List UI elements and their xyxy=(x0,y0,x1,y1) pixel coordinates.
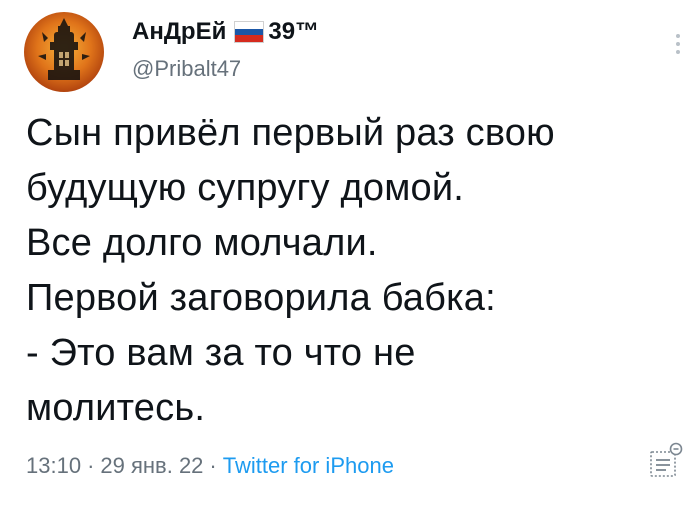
tweet-meta: 13:10 · 29 янв. 22 · Twitter for iPhone xyxy=(26,448,394,484)
tweet-line: Сын привёл первый раз свою xyxy=(26,112,555,154)
tweet-line: Все долго молчали. xyxy=(26,222,378,264)
author-suffix[interactable]: 39™ xyxy=(268,18,319,46)
avatar-image xyxy=(38,18,90,80)
more-options-icon[interactable] xyxy=(672,24,684,64)
tweet-line: - Это вам за то что не xyxy=(26,332,416,374)
tweet-line: будущую супругу домой. xyxy=(26,167,465,209)
user-info[interactable]: АнДрЕй 39™ @Pribalt47 xyxy=(132,14,319,84)
author-handle[interactable]: @Pribalt47 xyxy=(132,54,319,84)
russia-flag-icon xyxy=(234,21,265,43)
tweet-line: молитесь. xyxy=(26,387,206,429)
tweet-header: АнДрЕй 39™ @Pribalt47 xyxy=(0,0,700,100)
author-name[interactable]: АнДрЕй xyxy=(132,18,226,46)
author-name-row[interactable]: АнДрЕй 39™ xyxy=(132,14,319,50)
meta-separator: · xyxy=(209,453,217,478)
tweet-text: Сын привёл первый раз свою будущую супру… xyxy=(26,106,686,436)
tweet-date[interactable]: 29 янв. 22 xyxy=(100,453,203,478)
tweet-time[interactable]: 13:10 xyxy=(26,453,81,478)
avatar[interactable] xyxy=(24,12,104,92)
tweet-source-link[interactable]: Twitter for iPhone xyxy=(223,453,394,478)
tweet-analytics-icon[interactable] xyxy=(648,440,684,480)
meta-separator: · xyxy=(87,453,95,478)
tweet-line: Первой заговорила бабка: xyxy=(26,277,496,319)
tweet-card: АнДрЕй 39™ @Pribalt47 Сын привёл первый … xyxy=(0,0,700,506)
